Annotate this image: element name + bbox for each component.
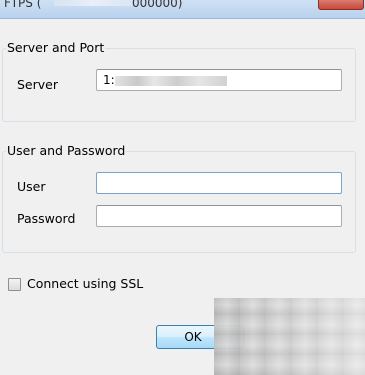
window-title: FTPS ( 000000) xyxy=(4,0,183,10)
user-input[interactable] xyxy=(96,172,342,194)
redacted-area xyxy=(214,298,365,375)
window-title-redacted xyxy=(54,0,132,6)
user-and-password-legend: User and Password xyxy=(6,143,127,158)
connect-ssl-checkbox[interactable] xyxy=(8,278,21,291)
password-input[interactable] xyxy=(96,205,342,227)
server-and-port-legend: Server and Port xyxy=(6,40,106,55)
server-input[interactable]: 1: xyxy=(96,69,342,91)
user-and-password-group: User and Password xyxy=(2,143,356,253)
password-label: Password xyxy=(17,211,76,226)
window-title-prefix: FTPS ( xyxy=(4,0,42,10)
user-label: User xyxy=(17,179,46,194)
title-bar: FTPS ( 000000) xyxy=(0,0,365,19)
close-button[interactable] xyxy=(318,0,364,10)
server-label: Server xyxy=(17,77,58,92)
window-title-suffix: 000000) xyxy=(132,0,183,10)
server-value-redacted xyxy=(114,75,227,86)
server-value: 1: xyxy=(103,73,115,87)
connect-ssl-label[interactable]: Connect using SSL xyxy=(27,276,143,291)
